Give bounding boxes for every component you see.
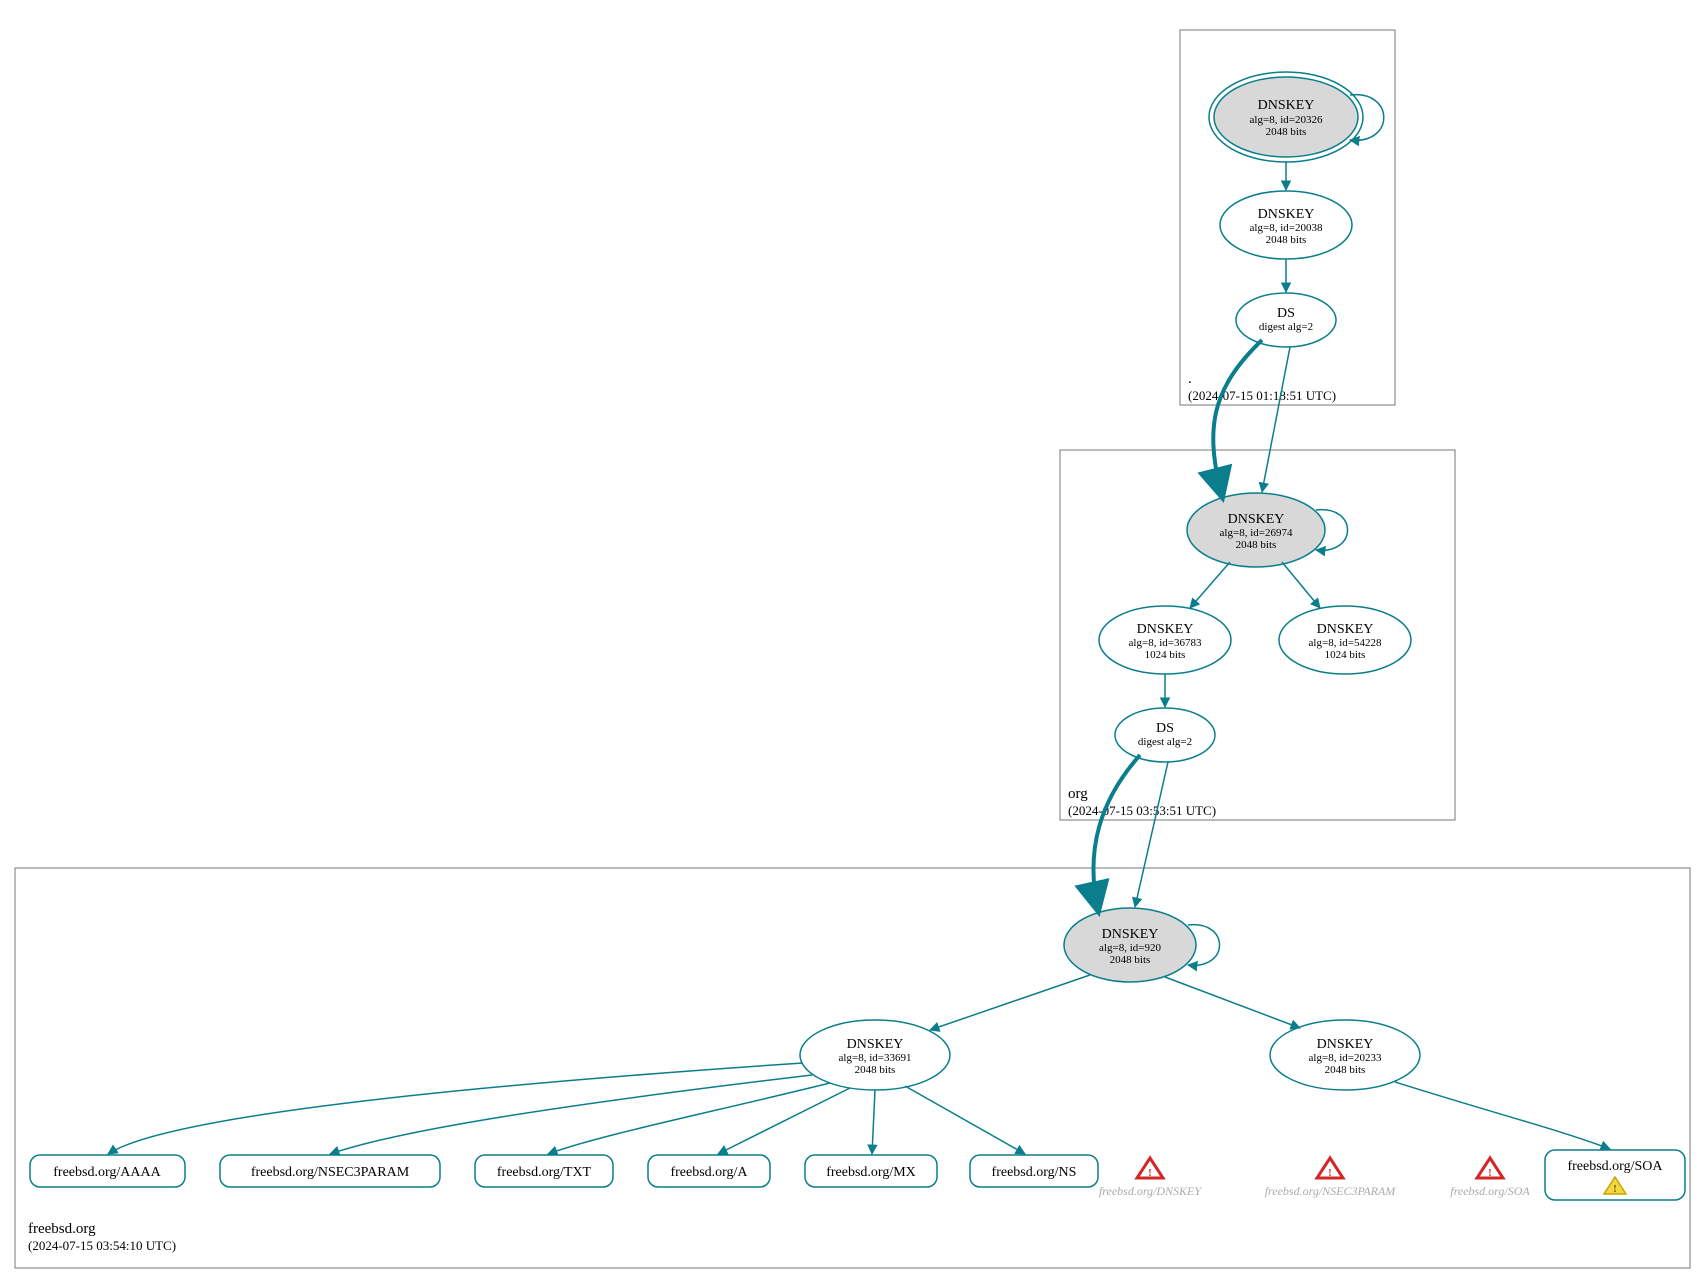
svg-text:!: ! (1148, 1167, 1152, 1179)
edge-zone (1093, 755, 1140, 910)
svg-text:alg=8, id=20038: alg=8, id=20038 (1250, 222, 1323, 234)
svg-text:freebsd.org/NS: freebsd.org/NS (992, 1165, 1077, 1180)
svg-text:!: ! (1488, 1167, 1492, 1179)
edge (330, 1075, 812, 1154)
svg-text:DS: DS (1277, 306, 1295, 321)
svg-text:DNSKEY: DNSKEY (1228, 512, 1285, 527)
node-root-ds: DS digest alg=2 (1236, 293, 1336, 347)
svg-text:freebsd.org/SOA: freebsd.org/SOA (1567, 1159, 1663, 1174)
svg-text:DNSKEY: DNSKEY (1317, 622, 1374, 637)
svg-text:2048 bits: 2048 bits (1236, 539, 1277, 551)
svg-text:!: ! (1613, 1183, 1617, 1195)
svg-text:alg=8, id=20233: alg=8, id=20233 (1309, 1052, 1382, 1064)
warn-dnskey: ! freebsd.org/DNSKEY (1099, 1158, 1202, 1198)
svg-text:alg=8, id=920: alg=8, id=920 (1099, 942, 1161, 954)
svg-text:freebsd.org/NSEC3PARAM: freebsd.org/NSEC3PARAM (1265, 1184, 1397, 1198)
node-freebsd-zsk1: DNSKEY alg=8, id=33691 2048 bits (800, 1020, 950, 1090)
svg-text:DNSKEY: DNSKEY (1137, 622, 1194, 637)
edge (1190, 562, 1230, 608)
leaf-mx: freebsd.org/MX (805, 1155, 937, 1187)
node-org-ds: DS digest alg=2 (1115, 708, 1215, 762)
edge (1395, 1082, 1610, 1149)
svg-text:2048 bits: 2048 bits (1110, 954, 1151, 966)
node-org-ksk: DNSKEY alg=8, id=26974 2048 bits (1187, 493, 1348, 567)
node-org-zsk2: DNSKEY alg=8, id=54228 1024 bits (1279, 606, 1411, 674)
svg-text:freebsd.org/DNSKEY: freebsd.org/DNSKEY (1099, 1184, 1202, 1198)
svg-text:freebsd.org/MX: freebsd.org/MX (826, 1165, 916, 1180)
svg-text:alg=8, id=26974: alg=8, id=26974 (1220, 527, 1293, 539)
edge-zone (1213, 340, 1262, 496)
zone-org-time: (2024-07-15 03:53:51 UTC) (1068, 803, 1216, 818)
svg-text:digest alg=2: digest alg=2 (1138, 736, 1192, 748)
svg-text:2048 bits: 2048 bits (1266, 234, 1307, 246)
edge (905, 1086, 1025, 1154)
svg-text:DNSKEY: DNSKEY (1102, 927, 1159, 942)
svg-text:freebsd.org/TXT: freebsd.org/TXT (497, 1165, 592, 1180)
svg-text:DNSKEY: DNSKEY (1258, 98, 1315, 113)
svg-text:digest alg=2: digest alg=2 (1259, 321, 1313, 333)
edge (1262, 347, 1290, 492)
edge (930, 975, 1090, 1030)
warn-nsec3: ! freebsd.org/NSEC3PARAM (1265, 1158, 1397, 1198)
svg-text:!: ! (1328, 1167, 1332, 1179)
svg-text:freebsd.org/AAAA: freebsd.org/AAAA (53, 1165, 161, 1180)
zone-org: org (2024-07-15 03:53:51 UTC) DNSKEY alg… (1060, 450, 1455, 820)
svg-text:freebsd.org/NSEC3PARAM: freebsd.org/NSEC3PARAM (251, 1165, 410, 1180)
leaf-aaaa: freebsd.org/AAAA (30, 1155, 185, 1187)
edge (718, 1088, 850, 1154)
svg-text:alg=8, id=36783: alg=8, id=36783 (1129, 637, 1202, 649)
svg-text:alg=8, id=20326: alg=8, id=20326 (1250, 114, 1323, 126)
svg-text:2048 bits: 2048 bits (1266, 126, 1307, 138)
svg-text:2048 bits: 2048 bits (855, 1064, 896, 1076)
svg-text:DNSKEY: DNSKEY (1317, 1037, 1374, 1052)
svg-text:1024 bits: 1024 bits (1145, 649, 1186, 661)
svg-text:DNSKEY: DNSKEY (1258, 207, 1315, 222)
zone-root: . (2024-07-15 01:18:51 UTC) DNSKEY alg=8… (1180, 30, 1395, 405)
leaf-ns: freebsd.org/NS (970, 1155, 1098, 1187)
svg-text:DNSKEY: DNSKEY (847, 1037, 904, 1052)
zone-freebsd-label: freebsd.org (28, 1221, 96, 1237)
zone-freebsd-time: (2024-07-15 03:54:10 UTC) (28, 1238, 176, 1253)
svg-text:DS: DS (1156, 721, 1174, 736)
leaf-txt: freebsd.org/TXT (475, 1155, 613, 1187)
zone-root-time: (2024-07-15 01:18:51 UTC) (1188, 388, 1336, 403)
warn-soa: ! freebsd.org/SOA (1450, 1158, 1530, 1198)
zone-org-label: org (1068, 786, 1088, 802)
leaf-a: freebsd.org/A (648, 1155, 770, 1187)
svg-text:alg=8, id=54228: alg=8, id=54228 (1309, 637, 1382, 649)
svg-text:freebsd.org/SOA: freebsd.org/SOA (1450, 1184, 1530, 1198)
svg-text:alg=8, id=33691: alg=8, id=33691 (839, 1052, 912, 1064)
edge (108, 1063, 803, 1154)
node-freebsd-zsk2: DNSKEY alg=8, id=20233 2048 bits (1270, 1020, 1420, 1090)
dnssec-graph: . (2024-07-15 01:18:51 UTC) DNSKEY alg=8… (0, 0, 1705, 1288)
edge (872, 1090, 875, 1154)
node-org-zsk1: DNSKEY alg=8, id=36783 1024 bits (1099, 606, 1231, 674)
edge (1282, 562, 1320, 608)
zone-root-label: . (1188, 371, 1192, 387)
node-root-ksk: DNSKEY alg=8, id=20326 2048 bits (1209, 72, 1384, 162)
edge (1165, 977, 1300, 1028)
leaf-soa: freebsd.org/SOA ! (1545, 1150, 1685, 1200)
zone-freebsd: freebsd.org (2024-07-15 03:54:10 UTC) DN… (15, 868, 1690, 1268)
svg-text:freebsd.org/A: freebsd.org/A (670, 1165, 748, 1180)
node-root-zsk: DNSKEY alg=8, id=20038 2048 bits (1220, 191, 1352, 259)
svg-text:2048 bits: 2048 bits (1325, 1064, 1366, 1076)
node-freebsd-ksk: DNSKEY alg=8, id=920 2048 bits (1064, 908, 1220, 982)
svg-text:1024 bits: 1024 bits (1325, 649, 1366, 661)
edge (1135, 762, 1168, 907)
leaf-nsec3param: freebsd.org/NSEC3PARAM (220, 1155, 440, 1187)
